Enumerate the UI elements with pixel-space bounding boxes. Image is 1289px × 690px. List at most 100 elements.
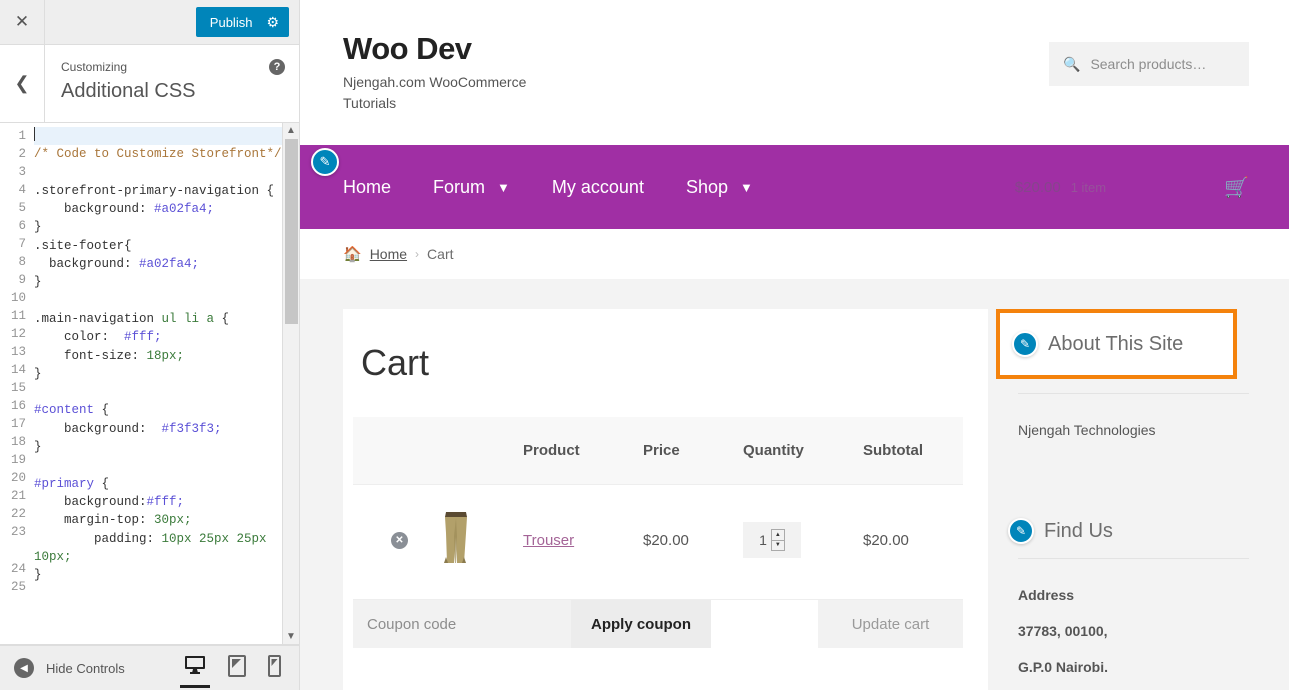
product-link[interactable]: Trouser [523, 532, 574, 549]
code-line: #content { [34, 401, 282, 419]
code-token: #content [34, 403, 95, 418]
chevron-down-icon[interactable]: ▼ [497, 180, 510, 195]
code-line: background: #f3f3f3; [34, 420, 282, 438]
line-number: 12 [10, 327, 26, 341]
product-search-field[interactable]: 🔍 Search products… [1049, 42, 1249, 86]
scroll-down-icon[interactable]: ▼ [286, 631, 296, 642]
code-token: 30px; [154, 513, 192, 528]
device-mobile-button[interactable] [268, 654, 281, 682]
line-number: 8 [18, 255, 26, 269]
remove-item-icon[interactable]: ✕ [391, 531, 408, 549]
code-line: color: #fff; [34, 328, 282, 346]
customizer-footer: ◀ Hide Controls [0, 645, 299, 690]
chevron-down-icon[interactable]: ▼ [740, 180, 753, 195]
tablet-icon [228, 654, 246, 677]
about-this-site-widget[interactable]: ✎ About This Site [996, 309, 1237, 379]
scrollbar-thumb[interactable] [285, 139, 298, 324]
device-desktop-button[interactable] [180, 655, 210, 688]
col-quantity: Quantity [743, 417, 863, 485]
edit-pencil-icon[interactable]: ✎ [1008, 518, 1034, 544]
css-code-editor[interactable]: 1 2 3 4 5 6 7 8 9 10 11 12 13 14 15 16 17 18 19 20 21 22 23 24 2… [0, 123, 299, 645]
trouser-thumbnail [444, 512, 467, 563]
customizer-sidebar: ✕ Publish ⚙ ❮ Customizing Additional CSS… [0, 0, 300, 690]
line-number: 1 [18, 129, 26, 143]
nav-item-my-account[interactable]: My account [552, 177, 644, 198]
edit-pencil-icon[interactable]: ✎ [311, 148, 339, 176]
gear-icon[interactable]: ⚙ [266, 15, 279, 29]
code-token: background: [34, 494, 147, 509]
nav-item-label: My account [551, 176, 644, 197]
nav-item-shop[interactable]: Shop ▼ [686, 177, 753, 198]
basket-icon[interactable]: 🛒 [1224, 175, 1249, 200]
nav-item-forum[interactable]: Forum ▼ [433, 177, 510, 198]
line-number: 24 [10, 562, 26, 576]
breadcrumb: 🏠 Home › Cart [300, 229, 1289, 279]
code-token: .main-navigation [34, 311, 162, 326]
code-token: #primary [34, 476, 95, 491]
code-token: #a02fa4; [139, 257, 200, 272]
code-token: { [94, 403, 110, 418]
quantity-spinner[interactable]: ▲ ▼ [770, 529, 785, 551]
cart-table: Product Price Quantity Subtotal ✕ Trouse… [353, 417, 963, 595]
col-remove [353, 417, 433, 485]
home-icon: 🏠 [343, 246, 362, 263]
editor-scrollbar[interactable]: ▲ ▼ [282, 123, 299, 644]
code-token: } [34, 275, 42, 290]
hide-controls-button[interactable]: ◀ Hide Controls [14, 658, 125, 678]
find-us-widget[interactable]: ✎ Find Us Address 37783, 00100, G.P.0 Nair… [1008, 510, 1249, 690]
customizer-panel-header: ❮ Customizing Additional CSS ? [0, 45, 299, 123]
site-preview: Woo Dev Njengah.com WooCommerce Tutorial… [300, 0, 1289, 690]
breadcrumb-home-link[interactable]: Home [370, 246, 407, 262]
code-line: padding: 10px 25px 25px 10px; [34, 530, 282, 567]
line-number: 7 [18, 237, 26, 251]
line-number: 3 [18, 165, 26, 179]
code-token: color: [34, 330, 125, 345]
code-line: background: #a02fa4; [34, 200, 282, 218]
code-token: } [34, 220, 42, 235]
scroll-up-icon[interactable]: ▲ [286, 125, 296, 136]
line-number: 13 [10, 345, 26, 359]
cart-summary[interactable]: $20.00 1 item 🛒 [1015, 175, 1249, 200]
quantity-stepper[interactable]: 1 ▲ ▼ [743, 522, 801, 558]
cell-subtotal: $20.00 [863, 484, 963, 595]
line-number: 2 [18, 147, 26, 161]
collapse-arrow-icon: ◀ [14, 658, 34, 678]
update-cart-button[interactable]: Update cart [818, 600, 963, 648]
close-icon[interactable]: ✕ [0, 0, 45, 44]
spinner-up-icon[interactable]: ▲ [771, 530, 784, 541]
line-number: 17 [10, 417, 26, 431]
find-us-widget-header: ✎ Find Us [1008, 510, 1249, 552]
cell-thumbnail [433, 484, 523, 595]
device-tablet-button[interactable] [228, 654, 246, 682]
code-token: .site-footer{ [34, 238, 132, 253]
code-token: padding: [34, 531, 162, 546]
code-token: #a02fa4; [154, 202, 215, 217]
code-line: } [34, 218, 282, 236]
code-token: } [34, 440, 42, 455]
edit-pencil-icon[interactable]: ✎ [1012, 331, 1038, 357]
find-us-widget-title: Find Us [1044, 519, 1113, 542]
coupon-code-input[interactable]: Coupon code [353, 600, 571, 648]
line-number: 23 [10, 525, 26, 539]
help-icon[interactable]: ? [269, 59, 285, 75]
code-line: .main-navigation ul li a { [34, 310, 282, 328]
cell-quantity: 1 ▲ ▼ [743, 484, 863, 595]
code-line: /* Code to Customize Storefront*/ [34, 145, 282, 163]
code-token: #fff; [146, 494, 185, 509]
spinner-down-icon[interactable]: ▼ [772, 541, 784, 551]
line-number: 22 [10, 507, 26, 521]
code-line: } [34, 566, 282, 584]
code-line: background:#fff; [34, 493, 282, 511]
publish-button[interactable]: Publish ⚙ [195, 7, 289, 37]
topbar-actions: Publish ⚙ [45, 0, 299, 44]
nav-item-home[interactable]: Home [343, 177, 391, 198]
nav-item-label: Forum [433, 176, 486, 197]
code-text-area[interactable]: /* Code to Customize Storefront*/ .store… [30, 123, 282, 644]
apply-coupon-button[interactable]: Apply coupon [571, 600, 711, 648]
code-line [34, 127, 282, 146]
code-line: #primary { [34, 475, 282, 493]
back-button[interactable]: ❮ [0, 45, 45, 122]
code-line: .site-footer{ [34, 237, 282, 255]
